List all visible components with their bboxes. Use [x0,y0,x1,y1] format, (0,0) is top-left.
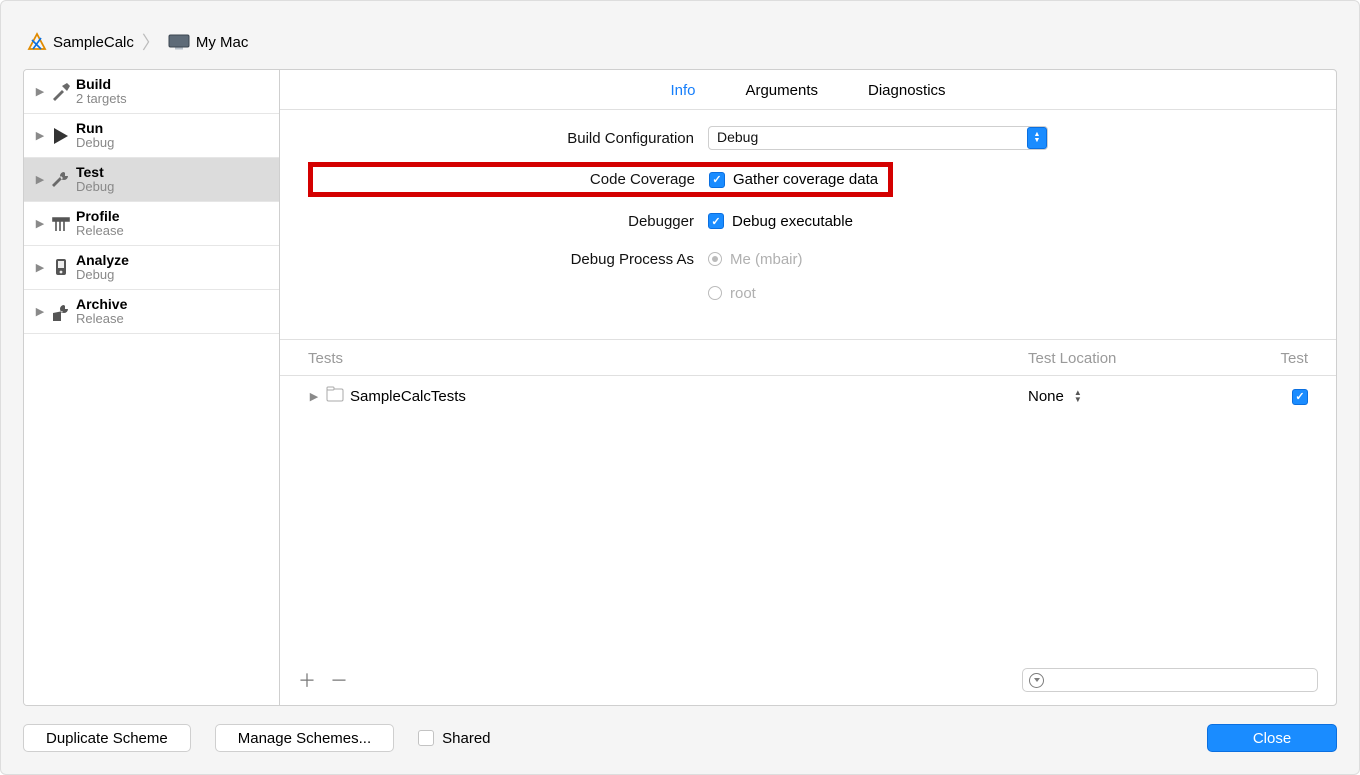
sidebar-item-label: Run [76,120,114,136]
gauge-icon [50,213,72,235]
label-build-configuration: Build Configuration [308,130,708,147]
breadcrumb-project[interactable]: SampleCalc [53,34,134,51]
row-debugger: Debugger ✓ Debug executable [308,207,1308,235]
sidebar-item-test[interactable]: ▶ Test Debug [24,158,279,202]
row-debug-process-as: Debug Process As Me (mbair) [308,245,1308,273]
tests-section: Tests Test Location Test ▶ SampleCalcTes… [280,340,1336,705]
col-location: Test Location [1028,350,1258,367]
radio-label-root: root [730,285,756,302]
scheme-sidebar: ▶ Build 2 targets ▶ Run Debug [24,70,280,705]
radio-me[interactable] [708,252,722,266]
filter-input[interactable] [1022,668,1318,692]
tabs-row: Info Arguments Diagnostics [280,70,1336,110]
archive-icon [50,301,72,323]
close-button[interactable]: Close [1207,724,1337,752]
checkbox-debug-executable[interactable]: ✓ [708,213,724,229]
sidebar-item-subtitle: Debug [76,180,114,195]
checkbox-gather-coverage[interactable]: ✓ [709,172,725,188]
callout-highlight: Code Coverage ✓ Gather coverage data [308,162,893,197]
sidebar-item-label: Analyze [76,252,129,268]
disclosure-triangle-icon[interactable]: ▶ [34,85,46,98]
tests-footer: ＋ － [280,659,1336,705]
radio-label-me: Me (mbair) [730,251,803,268]
sidebar-item-subtitle: Debug [76,136,114,151]
mac-icon [168,34,190,50]
sidebar-item-subtitle: Debug [76,268,129,283]
sidebar-item-label: Build [76,76,127,92]
select-value: Debug [708,126,1048,150]
add-button[interactable]: ＋ [298,667,316,693]
sidebar-item-build[interactable]: ▶ Build 2 targets [24,70,279,114]
sidebar-item-label: Archive [76,296,127,312]
shared-label: Shared [442,730,490,747]
shared-group: ✓ Shared [418,730,490,747]
chevron-right-icon: 〉 [140,29,162,55]
xcode-project-icon [27,32,47,52]
disclosure-triangle-icon[interactable]: ▶ [34,305,46,318]
checkbox-label: Debug executable [732,213,853,230]
hammer-icon [50,81,72,103]
disclosure-triangle-icon[interactable]: ▶ [308,390,320,403]
sidebar-item-analyze[interactable]: ▶ Analyze Debug [24,246,279,290]
info-form: Build Configuration Debug ▲▼ Code Covera… [280,110,1336,340]
table-row[interactable]: ▶ SampleCalcTests None ▲▼ ✓ [280,376,1336,416]
radio-root[interactable] [708,286,722,300]
label-debug-process-as: Debug Process As [308,251,708,268]
sidebar-item-run[interactable]: ▶ Run Debug [24,114,279,158]
row-build-configuration: Build Configuration Debug ▲▼ [308,124,1308,152]
col-tests: Tests [308,350,1028,367]
disclosure-triangle-icon[interactable]: ▶ [34,129,46,142]
scheme-editor-window: SampleCalc 〉 My Mac ▶ Build 2 targets ▶ [0,0,1360,775]
filter-scope-icon[interactable] [1029,673,1044,688]
select-arrows-icon: ▲▼ [1027,127,1047,149]
sidebar-item-label: Test [76,164,114,180]
test-location-value[interactable]: None [1028,388,1064,405]
main-pane: ▶ Build 2 targets ▶ Run Debug [23,69,1337,706]
col-test: Test [1258,350,1308,367]
sidebar-item-subtitle: Release [76,224,124,239]
sidebar-item-profile[interactable]: ▶ Profile Release [24,202,279,246]
row-debug-process-as-root: root [308,279,1308,307]
test-bundle-name: SampleCalcTests [350,388,466,405]
tab-arguments[interactable]: Arguments [745,82,818,99]
label-code-coverage: Code Coverage [313,171,709,188]
label-debugger: Debugger [308,213,708,230]
location-stepper-icon[interactable]: ▲▼ [1074,389,1082,403]
analyze-icon [50,257,72,279]
tab-info[interactable]: Info [670,82,695,99]
disclosure-triangle-icon[interactable]: ▶ [34,173,46,186]
sidebar-item-archive[interactable]: ▶ Archive Release [24,290,279,334]
row-code-coverage: Code Coverage ✓ Gather coverage data [308,162,1308,197]
wrench-icon [50,169,72,191]
duplicate-scheme-button[interactable]: Duplicate Scheme [23,724,191,752]
breadcrumb[interactable]: SampleCalc 〉 My Mac [23,23,1337,69]
remove-button[interactable]: － [330,667,348,693]
bottom-bar: Duplicate Scheme Manage Schemes... ✓ Sha… [23,706,1337,752]
sidebar-item-label: Profile [76,208,124,224]
test-bundle-icon [326,386,344,406]
disclosure-triangle-icon[interactable]: ▶ [34,261,46,274]
tab-diagnostics[interactable]: Diagnostics [868,82,946,99]
checkbox-label: Gather coverage data [733,171,878,188]
build-configuration-select[interactable]: Debug ▲▼ [708,126,1048,150]
disclosure-triangle-icon[interactable]: ▶ [34,217,46,230]
manage-schemes-button[interactable]: Manage Schemes... [215,724,394,752]
checkbox-test-enabled[interactable]: ✓ [1292,389,1308,405]
content-area: Info Arguments Diagnostics Build Configu… [280,70,1336,705]
play-icon [50,125,72,147]
sidebar-item-subtitle: 2 targets [76,92,127,107]
checkbox-shared[interactable]: ✓ [418,730,434,746]
tests-header: Tests Test Location Test [280,340,1336,376]
sidebar-item-subtitle: Release [76,312,127,327]
breadcrumb-target[interactable]: My Mac [196,34,249,51]
